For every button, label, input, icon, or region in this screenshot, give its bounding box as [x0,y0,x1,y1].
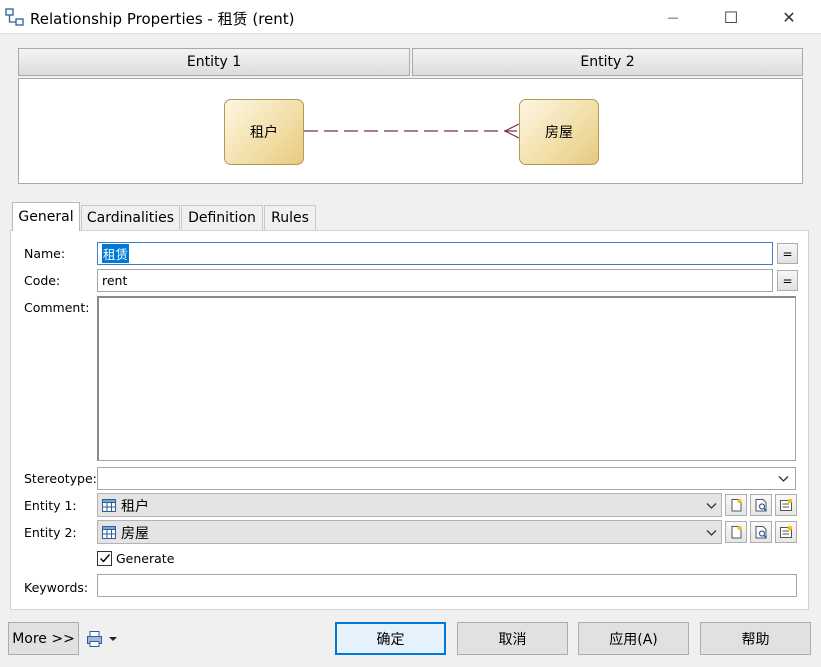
name-label: Name: [24,246,66,261]
name-equal-button[interactable]: = [777,243,798,264]
more-button[interactable]: More >> [8,622,79,655]
stereotype-label: Stereotype: [24,471,97,486]
table-icon [102,499,116,512]
code-equal-button[interactable]: = [777,270,798,291]
relationship-icon [5,8,24,26]
tab-rules[interactable]: Rules [264,205,316,230]
new-icon [731,499,742,512]
window-title: Relationship Properties - 租赁 (rent) [30,10,295,28]
ok-button[interactable]: 确定 [335,622,446,655]
tab-cardinalities[interactable]: Cardinalities [81,205,180,230]
comment-label: Comment: [24,300,90,315]
keywords-label: Keywords: [24,580,89,595]
chevron-down-icon[interactable] [706,502,717,510]
entity1-header[interactable]: Entity 1 [18,48,410,76]
chevron-down-icon[interactable] [778,475,789,483]
properties-icon [780,498,793,511]
maximize-button[interactable]: ☐ [702,0,760,34]
entity1-value: 租户 [121,499,149,515]
stereotype-combo[interactable] [97,467,796,490]
new-icon [731,526,742,539]
entity2-label: Entity 2: [24,525,77,540]
comment-textarea[interactable] [97,296,796,461]
generate-checkbox[interactable] [97,551,112,566]
browse-entity2-button[interactable] [750,521,772,543]
dropdown-arrow-icon [109,637,117,641]
properties-entity1-button[interactable] [775,494,797,516]
code-label: Code: [24,273,61,288]
name-field[interactable]: 租赁 [97,242,773,265]
tab-general[interactable]: General [12,202,80,231]
tab-definition[interactable]: Definition [181,205,263,230]
apply-button[interactable]: 应用(A) [578,622,689,655]
entity2-value: 房屋 [121,526,149,542]
entity-box-left[interactable]: 租户 [224,99,304,165]
chevron-down-icon[interactable] [706,529,717,537]
entity1-label: Entity 1: [24,498,77,513]
entity2-header[interactable]: Entity 2 [412,48,803,76]
create-entity2-button[interactable] [725,521,747,543]
entity-box-right[interactable]: 房屋 [519,99,599,165]
properties-entity2-button[interactable] [775,521,797,543]
name-value: 租赁 [102,244,130,263]
print-icon [87,631,102,647]
cancel-button[interactable]: 取消 [457,622,568,655]
entity2-combo[interactable]: 房屋 [97,520,722,544]
help-button[interactable]: 帮助 [700,622,811,655]
relationship-diagram: 租户 房屋 [18,78,803,184]
entity1-combo[interactable]: 租户 [97,493,722,517]
maximize-icon: ☐ [723,7,739,27]
code-value: rent [102,273,128,288]
checkmark-icon [99,554,110,563]
minimize-icon: — [667,10,679,24]
print-menu-button[interactable] [86,628,122,650]
close-icon: ✕ [782,7,796,27]
close-button[interactable]: ✕ [760,0,818,34]
browse-entity1-button[interactable] [750,494,772,516]
code-field[interactable]: rent [97,269,773,292]
generate-label[interactable]: Generate [116,551,174,566]
title-bar: Relationship Properties - 租赁 (rent) — ☐ … [0,0,821,34]
table-icon [102,526,116,539]
minimize-button[interactable]: — [644,0,702,34]
browse-icon [755,526,767,539]
browse-icon [755,499,767,512]
keywords-field[interactable] [97,574,797,597]
create-entity1-button[interactable] [725,494,747,516]
relationship-line [304,123,520,139]
properties-icon [780,525,793,538]
